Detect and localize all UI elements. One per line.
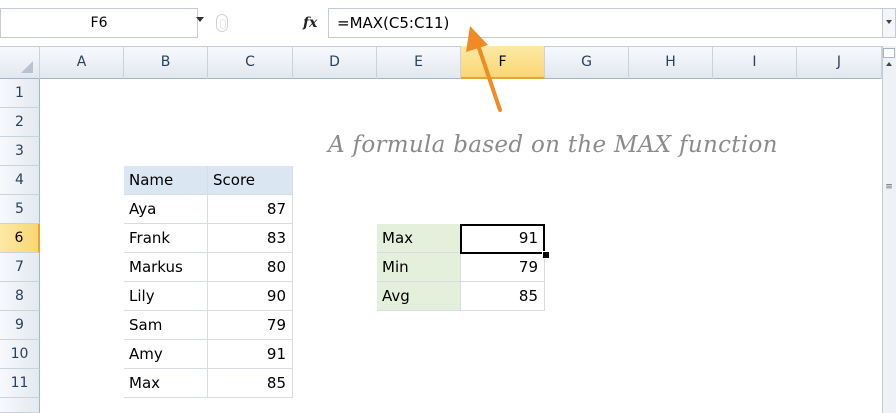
table-cell-score[interactable]: 79 bbox=[208, 311, 293, 340]
table-cell-score[interactable]: 80 bbox=[208, 253, 293, 282]
table-cell-name[interactable]: Max bbox=[124, 369, 208, 398]
table-header-score[interactable]: Score bbox=[208, 166, 293, 195]
table-cell-name[interactable]: Lily bbox=[124, 282, 208, 311]
summary-value-avg[interactable]: 85 bbox=[461, 282, 545, 311]
fill-handle[interactable] bbox=[542, 251, 550, 259]
table-cell-score[interactable]: 91 bbox=[208, 340, 293, 369]
summary-label-max[interactable]: Max bbox=[377, 224, 461, 253]
table-cell-score[interactable]: 90 bbox=[208, 282, 293, 311]
split-box[interactable] bbox=[883, 48, 895, 58]
table-cell-name[interactable]: Sam bbox=[124, 311, 208, 340]
table-cell-name[interactable]: Aya bbox=[124, 195, 208, 224]
table-cell-name[interactable]: Markus bbox=[124, 253, 208, 282]
table-cell-name[interactable]: Amy bbox=[124, 340, 208, 369]
scroll-thumb-grip-icon[interactable]: ≡ bbox=[884, 180, 894, 194]
table-cell-score[interactable]: 83 bbox=[208, 224, 293, 253]
scroll-up-icon[interactable] bbox=[886, 62, 892, 66]
summary-label-avg[interactable]: Avg bbox=[377, 282, 461, 311]
table-cell-score[interactable]: 85 bbox=[208, 369, 293, 398]
table-cell-score[interactable]: 87 bbox=[208, 195, 293, 224]
active-cell-border bbox=[460, 224, 545, 254]
table-header-name[interactable]: Name bbox=[124, 166, 208, 195]
vertical-scrollbar[interactable] bbox=[882, 46, 896, 413]
summary-value-min[interactable]: 79 bbox=[461, 253, 545, 282]
summary-label-min[interactable]: Min bbox=[377, 253, 461, 282]
table-cell-name[interactable]: Frank bbox=[124, 224, 208, 253]
